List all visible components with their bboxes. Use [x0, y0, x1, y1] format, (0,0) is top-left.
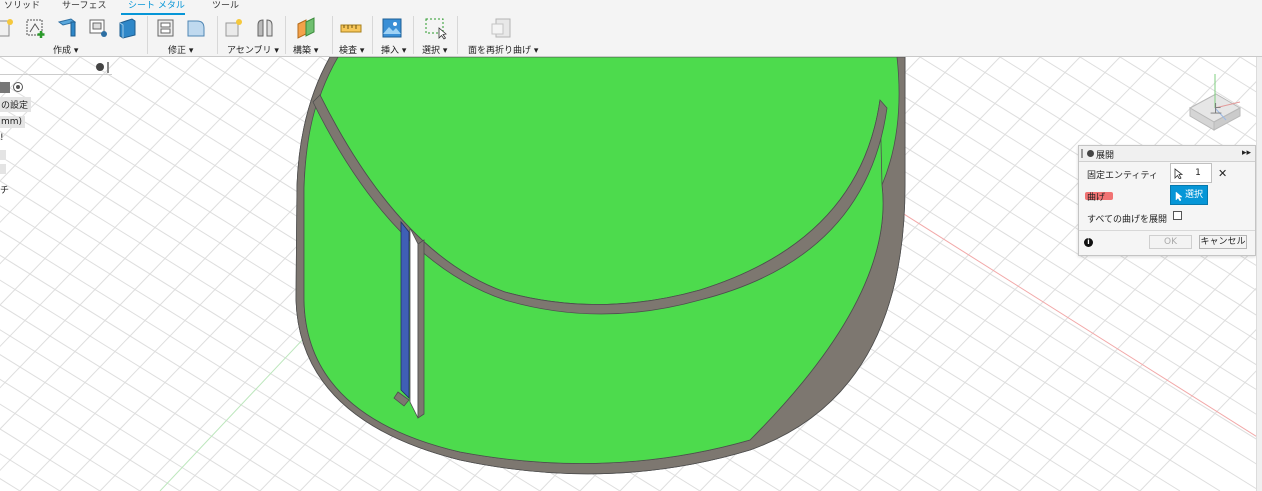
- active-tab-indicator: [121, 13, 185, 15]
- browser-header: [0, 62, 112, 75]
- ok-button[interactable]: OK: [1149, 235, 1192, 249]
- group-label-construct[interactable]: 構築 ▾: [293, 43, 318, 56]
- press-pull-icon[interactable]: [154, 16, 178, 40]
- dialog-options-icon[interactable]: [1087, 150, 1094, 157]
- ribbon-toolbar: ソリッド サーフェス シート メタル ツール 作成 ▾ 修正 ▾ アセンブリ ▾…: [0, 0, 1262, 57]
- unfold-all-label: すべての曲げを展開: [1087, 215, 1168, 225]
- right-edge-scrollbar[interactable]: [1256, 57, 1262, 491]
- cursor-arrow-icon: [1175, 191, 1183, 201]
- seam-edge-right: [417, 239, 425, 419]
- browser-row[interactable]: !: [0, 133, 4, 143]
- tab-solid[interactable]: ソリッド: [4, 0, 40, 14]
- bends-select-button[interactable]: 選択: [1170, 185, 1208, 205]
- view-cube-face-label: 上: [1210, 102, 1222, 116]
- graphics-viewport[interactable]: 上: [0, 57, 1262, 491]
- dialog-header[interactable]: 展開 ▸▸: [1079, 146, 1255, 162]
- tab-sheet-metal[interactable]: シート メタル: [128, 0, 185, 14]
- tab-surface[interactable]: サーフェス: [62, 0, 106, 14]
- group-label-refold[interactable]: 面を再折り曲げ ▾: [468, 43, 538, 56]
- info-icon[interactable]: i: [1084, 238, 1093, 247]
- joint-icon[interactable]: [253, 16, 277, 40]
- flange-icon[interactable]: [55, 16, 79, 40]
- group-separator: [217, 16, 218, 54]
- cursor-arrow-icon: [1174, 168, 1183, 179]
- group-label-select[interactable]: 選択 ▾: [422, 43, 447, 56]
- browser-row-units[interactable]: mm): [0, 116, 26, 128]
- browser-row-sketch[interactable]: チ: [0, 183, 9, 196]
- visibility-dot-icon: [16, 85, 20, 89]
- browser-panel: の設定 mm) ! チ: [0, 61, 114, 196]
- group-label-insert[interactable]: 挿入 ▾: [381, 43, 406, 56]
- fixed-entity-selector[interactable]: 1 選...: [1170, 163, 1212, 196]
- seam-gap: [409, 227, 419, 419]
- refold-faces-icon[interactable]: [490, 16, 514, 40]
- browser-row-settings[interactable]: の設定: [0, 97, 32, 112]
- sheet-metal-body-icon[interactable]: [115, 16, 139, 40]
- unfold-dialog: 展開 ▸▸ 固定エンティティ 1 選... ✕ 曲げ 選択 すべての曲げを展開 …: [1078, 145, 1256, 256]
- group-separator: [147, 16, 148, 54]
- group-separator: [413, 16, 414, 54]
- group-label-inspect[interactable]: 検査 ▾: [339, 43, 364, 56]
- drag-handle[interactable]: [1081, 149, 1083, 158]
- bends-label: 曲げ: [1087, 193, 1106, 203]
- fixed-entity-label: 固定エンティティ: [1087, 171, 1158, 181]
- cancel-button[interactable]: キャンセル: [1199, 235, 1247, 249]
- select-icon[interactable]: [424, 16, 448, 40]
- dialog-divider: [1079, 230, 1255, 231]
- browser-row[interactable]: [0, 150, 6, 160]
- collapse-handle[interactable]: [107, 62, 109, 73]
- group-label-create[interactable]: 作成 ▾: [53, 43, 78, 56]
- browser-row[interactable]: [0, 164, 6, 174]
- convert-sheet-icon[interactable]: [86, 16, 110, 40]
- insert-image-icon[interactable]: [380, 16, 404, 40]
- group-separator: [332, 16, 333, 54]
- bends-select-label: 選択: [1185, 190, 1204, 200]
- unfold-all-checkbox[interactable]: [1173, 211, 1182, 220]
- browser-node[interactable]: [0, 82, 10, 93]
- new-component-icon[interactable]: [0, 16, 16, 40]
- new-component-assembly-icon[interactable]: [222, 16, 246, 40]
- tab-tools[interactable]: ツール: [212, 0, 239, 14]
- clear-selection-icon[interactable]: ✕: [1218, 167, 1227, 180]
- dialog-title: 展開: [1096, 151, 1115, 161]
- group-label-assemble[interactable]: アセンブリ ▾: [227, 43, 279, 56]
- expand-icon[interactable]: ▸▸: [1242, 148, 1251, 158]
- group-separator: [457, 16, 458, 54]
- fillet-icon[interactable]: [184, 16, 208, 40]
- options-icon[interactable]: [96, 63, 104, 71]
- create-sketch-icon[interactable]: [24, 16, 48, 40]
- selected-fixed-face: [400, 220, 410, 399]
- group-label-modify[interactable]: 修正 ▾: [168, 43, 193, 56]
- group-separator: [285, 16, 286, 54]
- offset-plane-icon[interactable]: [294, 16, 318, 40]
- group-separator: [372, 16, 373, 54]
- app-window: ソリッド サーフェス シート メタル ツール 作成 ▾ 修正 ▾ アセンブリ ▾…: [0, 0, 1262, 491]
- measure-icon[interactable]: [339, 16, 363, 40]
